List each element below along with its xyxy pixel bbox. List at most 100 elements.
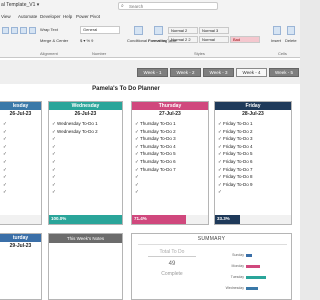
task-item[interactable]: ✓ Thursday To-Do 7 (135, 167, 176, 173)
checkmark-icon[interactable]: ✓ (3, 174, 7, 179)
task-item[interactable]: ✓ Friday To-Do 3 (218, 136, 252, 142)
task-item[interactable]: ✓ Friday To-Do 5 (218, 151, 252, 157)
task-item[interactable]: ✓ (3, 159, 7, 165)
task-item[interactable]: ✓ Friday To-Do 8 (218, 174, 252, 180)
task-item[interactable]: ✓ Thursday To-Do 2 (135, 129, 176, 135)
summary-panel: SUMMARY Total To Do 49 Complete Sunday Mo… (131, 233, 292, 300)
checkmark-icon[interactable]: ✓ (52, 144, 56, 149)
task-item[interactable]: ✓ (135, 189, 139, 195)
conditional-formatting-icon[interactable] (134, 26, 143, 35)
task-item[interactable]: ✓ Friday To-Do 7 (218, 167, 252, 173)
align-right-icon[interactable] (20, 27, 27, 34)
task-item[interactable]: ✓ (52, 151, 56, 157)
task-label: Thursday To-Do 5 (139, 151, 176, 157)
group-label-alignment: Alignment (40, 51, 58, 56)
checkmark-icon[interactable]: ✓ (52, 174, 56, 179)
style-normal-3[interactable]: Normal 3 (199, 27, 229, 34)
day-column-wednesday: Wednesday 26-Jul-23 ✓ Wednesday To-Do 1 ✓… (48, 101, 123, 225)
checkmark-icon[interactable]: ✓ (3, 129, 7, 134)
day-date: 26-Jul-23 (9, 111, 32, 117)
task-item[interactable]: ✓ Thursday To-Do 3 (135, 136, 176, 142)
task-item[interactable]: ✓ (52, 174, 56, 180)
align-left-icon[interactable] (2, 27, 9, 34)
style-normal-2[interactable]: Normal 2 (168, 27, 198, 34)
menu-developer[interactable]: Developer (40, 14, 61, 19)
search-input[interactable]: ⌕ Search (118, 2, 218, 10)
checkmark-icon[interactable]: ✓ (135, 182, 139, 187)
task-item[interactable]: ✓ Friday To-Do 9 (218, 182, 252, 188)
merge-center-button[interactable]: Merge & Center (40, 38, 68, 43)
task-item[interactable]: ✓ (3, 182, 7, 188)
checkmark-icon[interactable]: ✓ (3, 136, 7, 141)
task-item[interactable]: ✓ (3, 189, 7, 195)
task-item[interactable]: ✓ (135, 182, 139, 188)
task-item[interactable]: ✓ (52, 182, 56, 188)
task-item[interactable]: ✓ (3, 136, 7, 142)
week-2-button[interactable]: Week - 2 (170, 68, 201, 77)
style-normal-2-2[interactable]: Normal 2 2 (168, 36, 198, 43)
checkmark-icon[interactable]: ✓ (3, 121, 7, 126)
task-item[interactable]: ✓ Friday To-Do 4 (218, 144, 252, 150)
style-normal[interactable]: Normal (199, 36, 229, 43)
currency-percent-buttons[interactable]: $ ▾ % 9 (80, 38, 93, 43)
task-item[interactable]: ✓ (52, 136, 56, 142)
task-item[interactable]: ✓ Thursday To-Do 4 (135, 144, 176, 150)
align-center-icon[interactable] (11, 27, 18, 34)
task-item[interactable]: ✓ (135, 174, 139, 180)
task-item[interactable]: ✓ Thursday To-Do 5 (135, 151, 176, 157)
task-item[interactable]: ✓ (3, 129, 7, 135)
workbook-title[interactable]: al Template_V1 ▾ (1, 2, 39, 8)
task-item[interactable]: ✓ (3, 121, 7, 127)
checkmark-icon[interactable]: ✓ (3, 151, 7, 156)
week-4-button[interactable]: Week - 4 (236, 68, 267, 77)
week-3-button[interactable]: Week - 3 (203, 68, 234, 77)
checkmark-icon[interactable]: ✓ (218, 189, 222, 194)
checkmark-icon[interactable]: ✓ (52, 182, 56, 187)
indent-icon[interactable] (29, 27, 36, 34)
task-item[interactable]: ✓ (3, 151, 7, 157)
insert-button[interactable]: Insert (271, 38, 281, 43)
task-item[interactable]: ✓ (52, 159, 56, 165)
week-1-button[interactable]: Week - 1 (137, 68, 168, 77)
insert-icon[interactable] (273, 26, 281, 35)
task-item[interactable]: ✓ (218, 189, 222, 195)
checkmark-icon[interactable]: ✓ (3, 189, 7, 194)
weekly-notes-panel[interactable]: This Week's Notes (48, 233, 123, 300)
checkmark-icon[interactable]: ✓ (135, 189, 139, 194)
week-5-button[interactable]: Week - 5 (269, 68, 299, 77)
task-item[interactable]: ✓ (52, 144, 56, 150)
task-item[interactable]: ✓ Wednesday To-Do 1 (52, 121, 98, 127)
checkmark-icon[interactable]: ✓ (52, 159, 56, 164)
menu-help[interactable]: Help (63, 14, 72, 19)
menu-automate[interactable]: Automate (18, 14, 37, 19)
delete-button[interactable]: Delete (285, 38, 297, 43)
task-item[interactable]: ✓ Thursday To-Do 6 (135, 159, 176, 165)
menu-bar: View Automate Developer Help Power Pivot (0, 14, 300, 21)
task-item[interactable]: ✓ Thursday To-Do 1 (135, 121, 176, 127)
checkmark-icon[interactable]: ✓ (3, 167, 7, 172)
wrap-text-button[interactable]: Wrap Text (40, 27, 58, 32)
delete-icon[interactable] (287, 26, 295, 35)
checkmark-icon[interactable]: ✓ (135, 174, 139, 179)
menu-power-pivot[interactable]: Power Pivot (76, 14, 100, 19)
task-item[interactable]: ✓ (3, 167, 7, 173)
task-item[interactable]: ✓ Friday To-Do 6 (218, 159, 252, 165)
number-format-select[interactable]: General (80, 26, 120, 34)
task-item[interactable]: ✓ Wednesday To-Do 2 (52, 129, 98, 135)
checkmark-icon[interactable]: ✓ (3, 144, 7, 149)
checkmark-icon[interactable]: ✓ (3, 159, 7, 164)
task-item[interactable]: ✓ Friday To-Do 1 (218, 121, 252, 127)
checkmark-icon[interactable]: ✓ (52, 189, 56, 194)
task-item[interactable]: ✓ (52, 167, 56, 173)
task-item[interactable]: ✓ (3, 174, 7, 180)
format-as-table-icon[interactable] (154, 26, 163, 35)
checkmark-icon[interactable]: ✓ (3, 182, 7, 187)
menu-view[interactable]: View (1, 14, 11, 19)
checkmark-icon[interactable]: ✓ (52, 167, 56, 172)
task-item[interactable]: ✓ (52, 189, 56, 195)
checkmark-icon[interactable]: ✓ (52, 136, 56, 141)
task-item[interactable]: ✓ Friday To-Do 2 (218, 129, 252, 135)
checkmark-icon[interactable]: ✓ (52, 151, 56, 156)
task-item[interactable]: ✓ (3, 144, 7, 150)
style-bad[interactable]: Bad (230, 36, 260, 43)
